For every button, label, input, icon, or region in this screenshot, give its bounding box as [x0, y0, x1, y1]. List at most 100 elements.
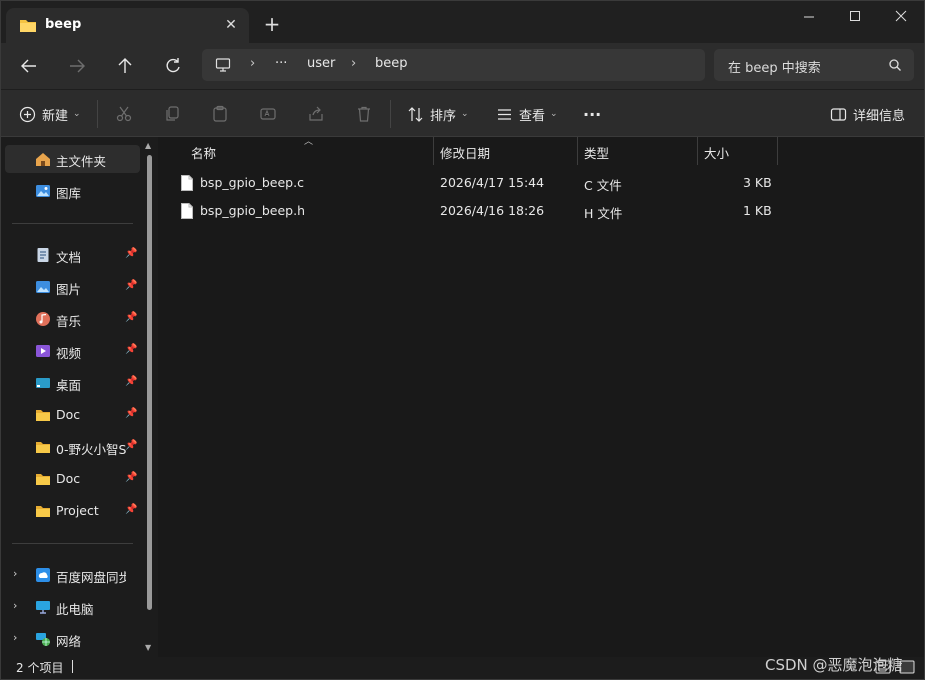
sidebar-item-documents[interactable]: 文档 📌 — [5, 241, 140, 269]
tab-title: beep — [45, 17, 82, 32]
status-divider — [72, 660, 73, 673]
pin-icon[interactable]: 📌 — [125, 312, 137, 323]
new-tab-button[interactable]: + — [261, 13, 283, 35]
sort-button[interactable]: 排序 ⌄ — [407, 103, 469, 125]
chevron-right-icon[interactable]: › — [13, 631, 17, 644]
navigation-pane: 主文件夹 图库 文档 📌 图片 📌 音乐 📌 视频 📌 桌面 📌 Doc 📌 0… — [1, 137, 158, 657]
sort-icon — [408, 106, 423, 122]
arrow-left-icon — [21, 59, 36, 73]
column-label: 修改日期 — [440, 146, 491, 161]
sidebar-item-this-pc[interactable]: › 此电脑 — [5, 593, 140, 621]
view-button[interactable]: 查看 ⌄ — [496, 103, 558, 125]
sidebar-item-desktop[interactable]: 桌面 📌 — [5, 369, 140, 397]
pin-icon[interactable]: 📌 — [125, 440, 137, 451]
column-label: 名称 — [191, 146, 217, 161]
table-row[interactable]: bsp_gpio_beep.c 2026/4/17 15:44 C 文件 3 K… — [175, 169, 775, 197]
column-header-modified[interactable]: 修改日期 — [434, 137, 577, 165]
folder-icon — [36, 410, 50, 421]
chevron-right-icon[interactable]: › — [13, 567, 17, 580]
sidebar-item-music[interactable]: 音乐 📌 — [5, 305, 140, 333]
cut-icon — [116, 106, 132, 122]
arrow-right-icon — [70, 59, 85, 73]
tab-beep[interactable]: beep ✕ — [6, 8, 249, 43]
breadcrumb-user[interactable]: user — [307, 56, 335, 71]
file-modified: 2026/4/16 18:26 — [440, 203, 545, 218]
sidebar-item-label: Doc — [56, 471, 81, 486]
column-header-name[interactable]: 名称 — [161, 137, 433, 165]
close-tab-icon[interactable]: ✕ — [221, 15, 241, 35]
chevron-right-icon[interactable]: › — [351, 56, 356, 71]
up-button[interactable] — [111, 53, 139, 79]
this-pc-icon — [36, 601, 50, 614]
sidebar-item-home[interactable]: 主文件夹 — [5, 145, 140, 173]
rename-button[interactable] — [259, 103, 277, 125]
file-type: H 文件 — [584, 206, 623, 221]
column-header-type[interactable]: 类型 — [578, 137, 697, 165]
breadcrumb-beep[interactable]: beep — [375, 56, 408, 71]
rename-icon — [260, 108, 276, 120]
refresh-button[interactable] — [159, 53, 187, 79]
item-count: 2 个项目 — [16, 661, 64, 675]
this-pc-icon — [215, 58, 231, 72]
delete-button[interactable] — [355, 103, 373, 125]
details-label: 详细信息 — [853, 108, 906, 124]
sort-label: 排序 — [430, 108, 457, 124]
paste-button[interactable] — [211, 103, 229, 125]
table-row[interactable]: bsp_gpio_beep.h 2026/4/16 18:26 H 文件 1 K… — [175, 197, 775, 225]
scrollbar-thumb[interactable] — [147, 155, 152, 610]
explorer-window: beep ✕ + › ··· user › beep 在 beep 中搜索 新建… — [0, 0, 925, 680]
watermark: CSDN @恶魔泡泡糖 — [765, 656, 903, 674]
pin-icon[interactable]: 📌 — [125, 344, 137, 355]
address-bar[interactable]: › ··· user › beep — [202, 49, 705, 81]
file-name: bsp_gpio_beep.h — [200, 203, 306, 218]
refresh-icon — [166, 58, 180, 73]
search-icon — [889, 59, 901, 71]
sidebar-item-network[interactable]: › 网络 — [5, 625, 140, 653]
cut-button[interactable] — [115, 103, 133, 125]
chevron-right-icon[interactable]: › — [250, 56, 255, 71]
new-label: 新建 — [42, 108, 69, 124]
sidebar-item-doc-2[interactable]: Doc 📌 — [5, 465, 140, 493]
forward-button[interactable] — [63, 53, 91, 79]
sidebar-item-videos[interactable]: 视频 📌 — [5, 337, 140, 365]
sidebar-item-project[interactable]: Project 📌 — [5, 497, 140, 525]
view-icon — [498, 108, 511, 120]
share-button[interactable] — [307, 103, 325, 125]
scroll-down-icon[interactable]: ▼ — [145, 643, 151, 652]
pin-icon[interactable]: 📌 — [125, 248, 137, 259]
minimize-button[interactable] — [786, 6, 832, 28]
divider — [12, 543, 133, 544]
details-pane-button[interactable]: 详细信息 — [830, 103, 905, 125]
pin-icon[interactable]: 📌 — [125, 376, 137, 387]
close-window-button[interactable] — [878, 6, 924, 28]
sidebar-scrollbar[interactable]: ▲ ▼ — [145, 141, 153, 653]
sidebar-item-label: 网络 — [56, 634, 82, 649]
pin-icon[interactable]: 📌 — [125, 408, 137, 419]
sidebar-item-label: 音乐 — [56, 314, 82, 329]
scroll-up-icon[interactable]: ▲ — [145, 141, 151, 150]
more-options-button[interactable]: ··· — [583, 103, 601, 125]
file-name: bsp_gpio_beep.c — [200, 175, 304, 190]
sidebar-item-doc[interactable]: Doc 📌 — [5, 401, 140, 429]
copy-button[interactable] — [163, 103, 181, 125]
pin-icon[interactable]: 📌 — [125, 280, 137, 291]
file-type: C 文件 — [584, 178, 622, 193]
search-input[interactable]: 在 beep 中搜索 — [714, 49, 914, 81]
column-divider[interactable] — [777, 137, 778, 165]
sidebar-item-yehuo[interactable]: 0-野火小智S 📌 — [5, 433, 140, 461]
pin-icon[interactable]: 📌 — [125, 472, 137, 483]
back-button[interactable] — [15, 53, 43, 79]
file-modified: 2026/4/17 15:44 — [440, 175, 545, 190]
pin-icon[interactable]: 📌 — [125, 504, 137, 515]
sidebar-item-pictures[interactable]: 图片 📌 — [5, 273, 140, 301]
breadcrumb-ellipsis[interactable]: ··· — [275, 56, 287, 71]
sidebar-item-baidu-netdisk[interactable]: › 百度网盘同步空 — [5, 561, 140, 589]
column-header-size[interactable]: 大小 — [698, 137, 777, 165]
trash-icon — [358, 106, 370, 122]
chevron-right-icon[interactable]: › — [13, 599, 17, 612]
title-bar: beep ✕ + — [1, 1, 924, 43]
maximize-button[interactable] — [832, 6, 878, 28]
sidebar-item-gallery[interactable]: 图库 — [5, 177, 140, 205]
new-button[interactable]: 新建 ⌄ — [19, 103, 81, 125]
sidebar-item-label: Project — [56, 503, 99, 518]
